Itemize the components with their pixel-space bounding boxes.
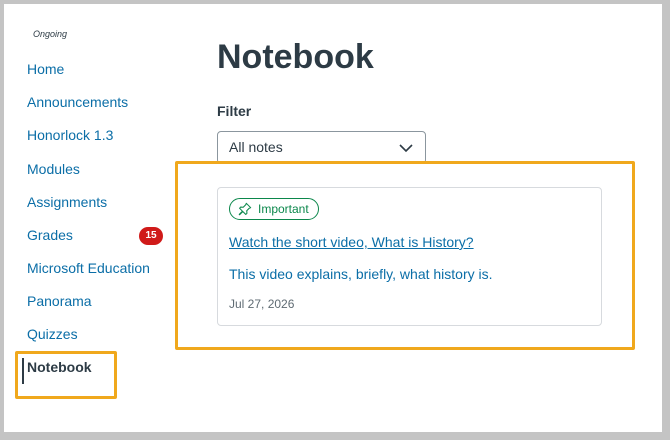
sidebar-item-grades[interactable]: Grades <box>27 227 73 243</box>
filter-select[interactable]: All notes <box>217 131 426 164</box>
filter-selected-value: All notes <box>229 139 283 155</box>
sidebar-item-microsoft-education[interactable]: Microsoft Education <box>27 260 150 276</box>
note-title-link[interactable]: Watch the short video, What is History? <box>229 234 474 250</box>
sidebar-item-honorlock[interactable]: Honorlock 1.3 <box>27 127 113 143</box>
importance-tag: Important <box>229 198 319 220</box>
grades-count-badge: 15 <box>139 227 163 245</box>
pin-icon <box>238 202 252 216</box>
filter-label: Filter <box>217 103 252 119</box>
sidebar-item-announcements[interactable]: Announcements <box>27 94 128 110</box>
sidebar-item-quizzes[interactable]: Quizzes <box>27 326 78 342</box>
note-date: Jul 27, 2026 <box>229 297 295 311</box>
sidebar-item-modules[interactable]: Modules <box>27 161 80 177</box>
note-description: This video explains, briefly, what histo… <box>229 266 493 282</box>
term-label: Ongoing <box>33 29 68 39</box>
importance-tag-label: Important <box>258 202 309 216</box>
chevron-down-icon <box>399 144 413 153</box>
sidebar-item-panorama[interactable]: Panorama <box>27 293 92 309</box>
sidebar-item-home[interactable]: Home <box>27 61 64 77</box>
page-title: Notebook <box>217 38 374 76</box>
sidebar-item-assignments[interactable]: Assignments <box>27 194 107 210</box>
note-card: Important Watch the short video, What is… <box>217 187 602 326</box>
highlight-box-notebook <box>15 351 117 399</box>
